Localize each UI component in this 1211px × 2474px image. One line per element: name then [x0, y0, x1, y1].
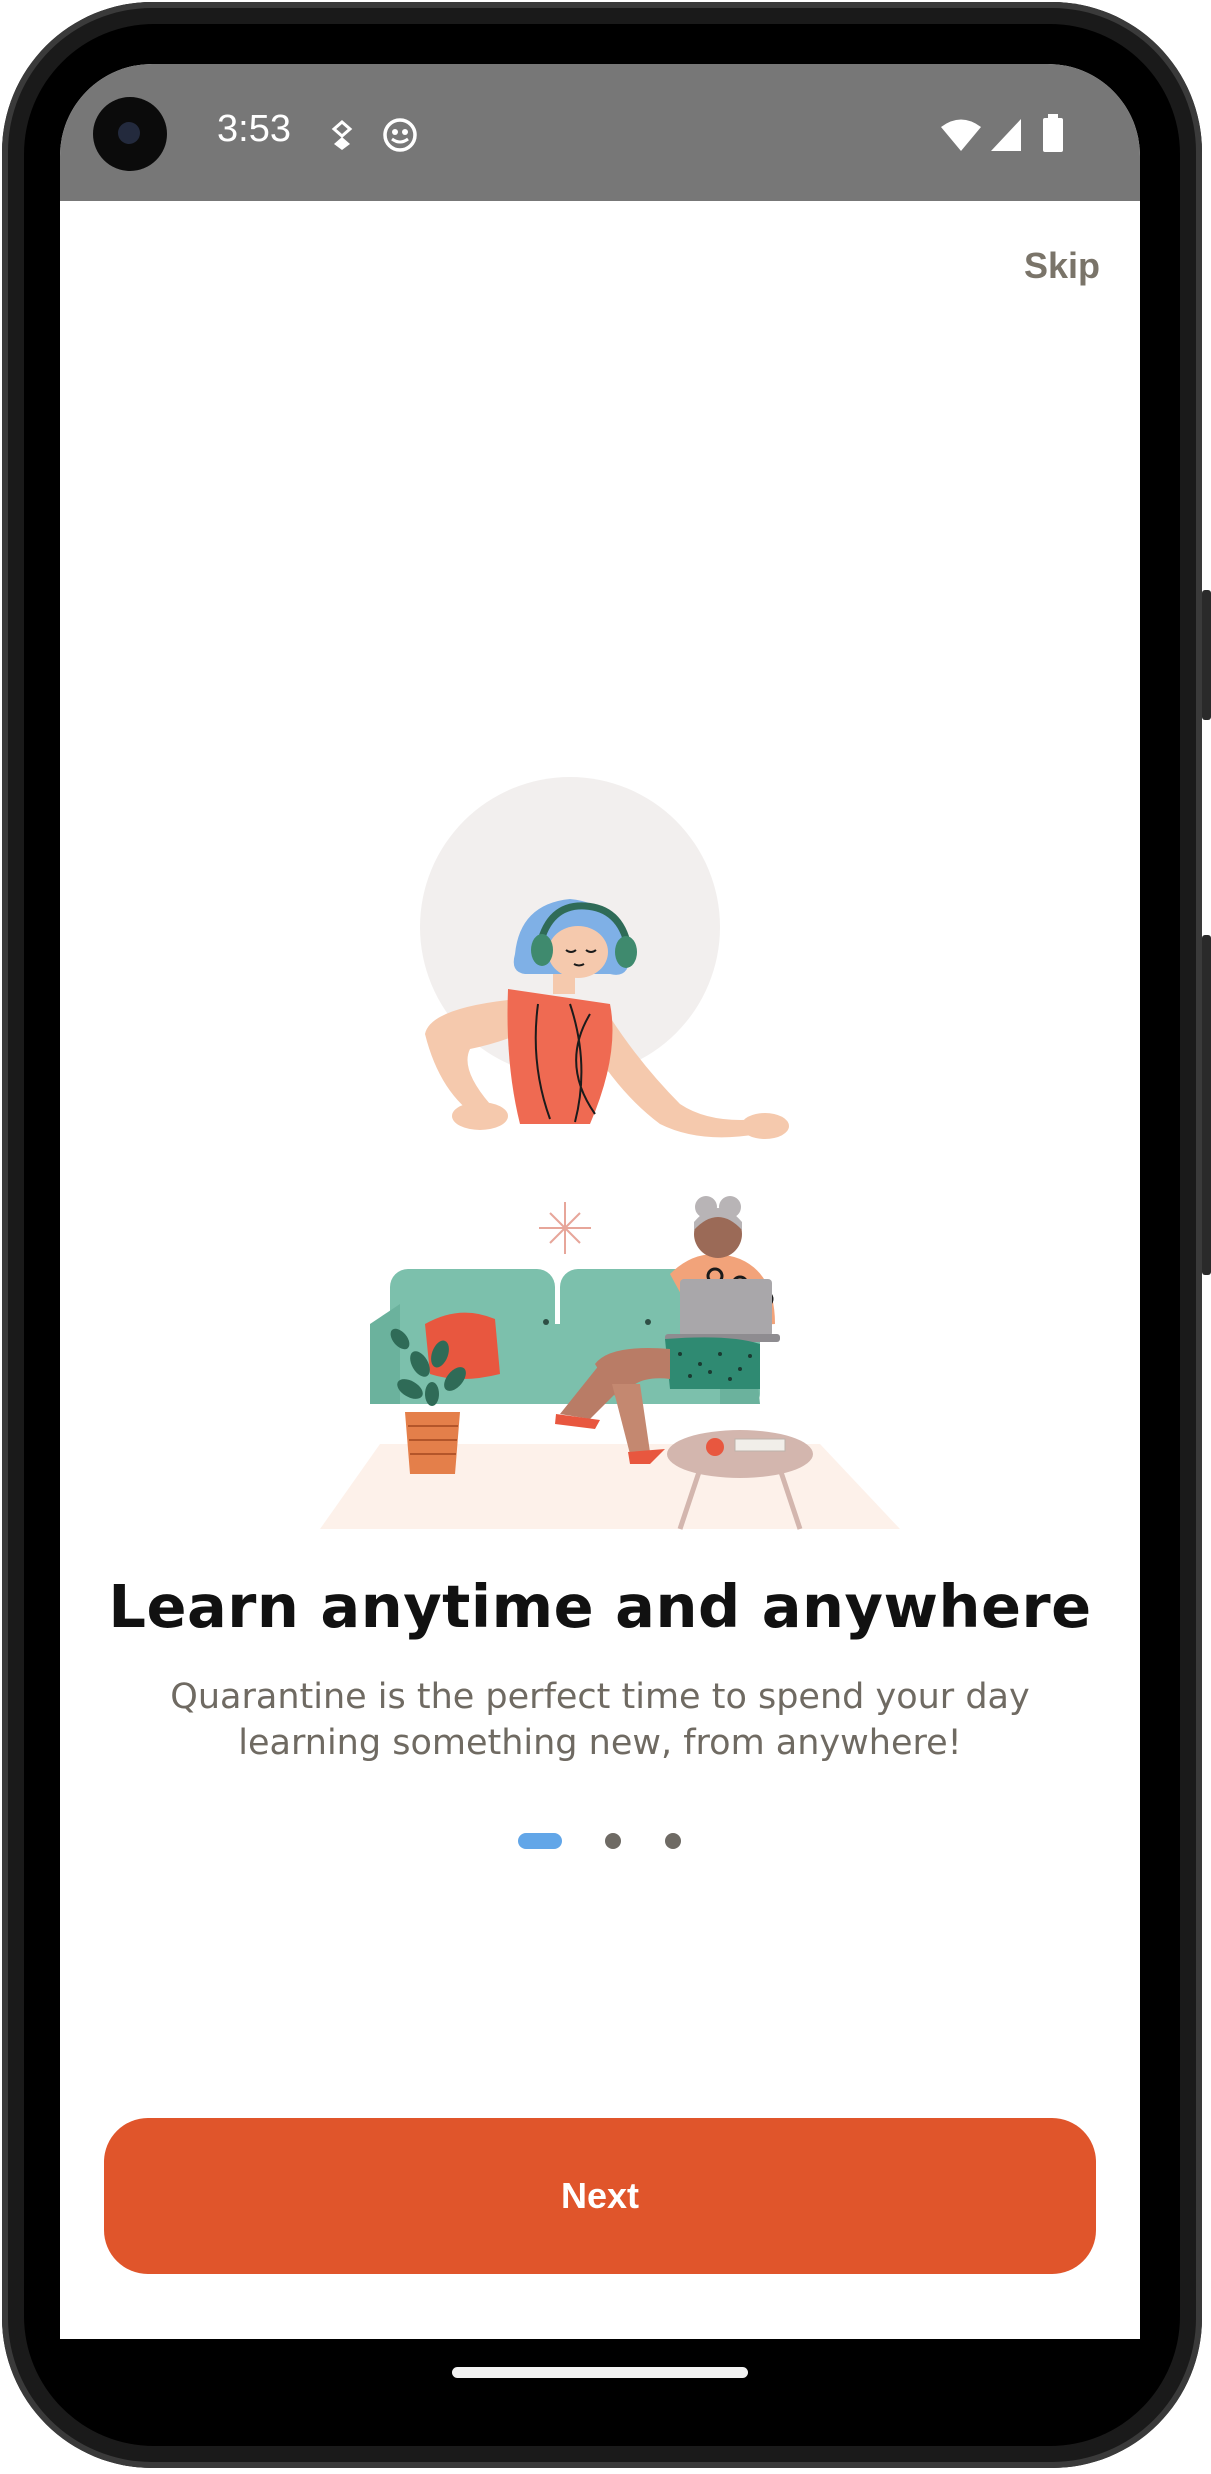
battery-icon — [1043, 114, 1063, 152]
notification-app-icon — [331, 120, 353, 150]
next-button[interactable]: Next — [104, 2118, 1096, 2274]
power-button — [1202, 590, 1211, 720]
skip-button[interactable]: Skip — [1024, 245, 1100, 287]
home-indicator[interactable] — [452, 2367, 748, 2378]
wifi-icon — [941, 119, 981, 151]
page-indicator — [60, 1831, 1140, 1851]
signal-icon — [991, 119, 1021, 151]
status-time: 3:53 — [217, 108, 291, 150]
page-dot-2[interactable] — [605, 1833, 621, 1849]
status-bar: 3:53 — [60, 64, 1140, 201]
page-dot-3[interactable] — [665, 1833, 681, 1849]
front-camera — [93, 97, 167, 171]
onboarding-title: Learn anytime and anywhere — [108, 1572, 1092, 1641]
page-dot-1-active[interactable] — [518, 1833, 562, 1849]
notification-app-icon-2 — [383, 118, 417, 152]
volume-button — [1202, 935, 1211, 1275]
device: 3:53 Skip Learn anytime and anywhere Qua… — [0, 0, 1211, 2474]
onboarding-illustration — [320, 777, 900, 1530]
onboarding-description: Quarantine is the perfect time to spend … — [170, 1677, 1030, 1763]
screen: 3:53 Skip Learn anytime and anywhere Qua… — [60, 64, 1140, 2339]
